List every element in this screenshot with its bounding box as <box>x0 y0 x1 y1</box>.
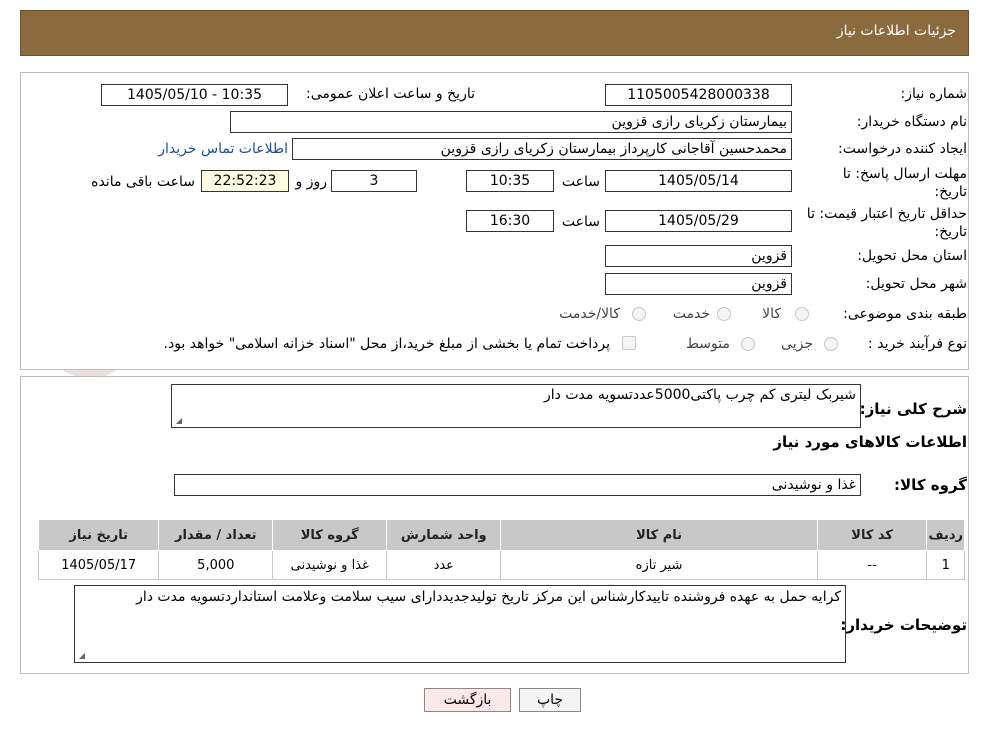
col-header-quantity: تعداد / مقدار <box>158 519 274 551</box>
category-goods-label: کالا <box>762 306 781 322</box>
col-header-goods-group: گروه کالا <box>272 519 388 551</box>
announce-label: تاریخ و ساعت اعلان عمومی: <box>306 86 475 102</box>
validity-date-field: 1405/05/29 <box>605 210 792 232</box>
days-label: روز و <box>295 174 328 190</box>
summary-text: شیربک لیتری کم چرب پاکتی5000عددتسویه مدت… <box>544 387 856 403</box>
city-label: شهر محل تحویل: <box>865 276 967 292</box>
buyer-notes-textarea[interactable]: کرایه حمل به عهده فروشنده تاییدکارشناس ا… <box>74 585 846 663</box>
resize-handle-icon[interactable]: ◢ <box>77 652 85 660</box>
category-service-label: خدمت <box>672 306 710 322</box>
deadline-label-line2: تاریخ: <box>934 184 967 200</box>
goods-group-field: غذا و نوشیدنی <box>174 474 861 496</box>
col-header-unit: واحد شمارش <box>386 519 502 551</box>
resize-handle-icon[interactable]: ◢ <box>174 417 182 425</box>
buyer-org-label: نام دستگاه خریدار: <box>856 114 967 130</box>
deadline-date-field: 1405/05/14 <box>605 170 792 192</box>
summary-textarea[interactable]: شیربک لیتری کم چرب پاکتی5000عددتسویه مدت… <box>171 384 861 428</box>
process-minor-label: جزیی <box>781 336 813 352</box>
summary-label: شرح کلی نیاز: <box>859 400 967 418</box>
remaining-time-field: 22:52:23 <box>201 170 289 192</box>
category-goods-radio[interactable] <box>795 307 809 321</box>
deadline-time-label: ساعت <box>561 174 600 190</box>
category-goods-service-radio[interactable] <box>632 307 646 321</box>
page-title: جزئیات اطلاعات نیاز <box>836 23 956 39</box>
table-header-row: ردیف کد کالا نام کالا واحد شمارش گروه کا… <box>37 519 965 551</box>
deadline-label-line1: مهلت ارسال پاسخ: تا <box>842 166 967 182</box>
city-field: قزوین <box>605 273 792 295</box>
process-label: نوع فرآیند خرید : <box>868 336 967 352</box>
print-button[interactable]: چاپ <box>519 688 581 712</box>
category-goods-service-label: کالا/خدمت <box>559 306 620 322</box>
treasury-payment-note: پرداخت تمام یا بخشی از مبلغ خرید،از محل … <box>163 336 610 352</box>
col-header-goods-name: نام کالا <box>500 519 818 551</box>
cell-quantity: 5,000 <box>158 550 274 580</box>
cell-goods-group: غذا و نوشیدنی <box>272 550 388 580</box>
cell-row-number: 1 <box>926 550 965 580</box>
announce-field: 1405/05/10 - 10:35 <box>101 84 288 106</box>
province-label: استان محل تحویل: <box>857 248 967 264</box>
category-service-radio[interactable] <box>717 307 731 321</box>
need-number-field: 1105005428000338 <box>605 84 792 106</box>
province-field: قزوین <box>605 245 792 267</box>
validity-time-label: ساعت <box>561 214 600 230</box>
col-header-row-number: ردیف <box>926 519 965 551</box>
cell-unit: عدد <box>386 550 502 580</box>
cell-need-date: 1405/05/17 <box>37 550 160 580</box>
table-row: 1 -- شیر تازه عدد غذا و نوشیدنی 5,000 14… <box>37 550 965 580</box>
deadline-time-field: 10:35 <box>466 170 554 192</box>
cell-goods-code: -- <box>816 550 928 580</box>
remaining-time-label: ساعت باقی مانده <box>91 174 195 190</box>
process-minor-radio[interactable] <box>824 337 838 351</box>
validity-time-field: 16:30 <box>466 210 554 232</box>
process-medium-radio[interactable] <box>741 337 755 351</box>
days-remaining-field: 3 <box>331 170 417 192</box>
page-header: جزئیات اطلاعات نیاز <box>20 10 969 56</box>
validity-label-line1: حداقل تاریخ اعتبار قیمت: تا <box>806 206 967 222</box>
buyer-notes-label: توضیحات خریدار: <box>840 616 967 634</box>
goods-table: ردیف کد کالا نام کالا واحد شمارش گروه کا… <box>37 519 965 580</box>
cell-goods-name: شیر تازه <box>500 550 818 580</box>
creator-label: ایجاد کننده درخواست: <box>838 141 967 157</box>
buyer-notes-text: کرایه حمل به عهده فروشنده تاییدکارشناس ا… <box>136 589 841 605</box>
category-label: طبقه بندی موضوعی: <box>843 306 967 322</box>
buyer-contact-link[interactable]: اطلاعات تماس خریدار <box>158 141 288 157</box>
col-header-goods-code: کد کالا <box>816 519 928 551</box>
need-number-label: شماره نیاز: <box>900 86 968 102</box>
process-medium-label: متوسط <box>686 336 730 352</box>
creator-field: محمدحسین آقاجانی کارپرداز بیمارستان زکری… <box>292 138 792 160</box>
treasury-payment-checkbox[interactable] <box>622 336 636 350</box>
goods-info-title: اطلاعات کالاهای مورد نیاز <box>773 433 967 451</box>
col-header-need-date: تاریخ نیاز <box>37 519 160 551</box>
goods-group-label: گروه کالا: <box>894 476 967 494</box>
validity-label-line2: تاریخ: <box>934 224 967 240</box>
back-button[interactable]: بازگشت <box>424 688 511 712</box>
buyer-org-field: بیمارستان زکریای رازی قزوین <box>230 111 792 133</box>
